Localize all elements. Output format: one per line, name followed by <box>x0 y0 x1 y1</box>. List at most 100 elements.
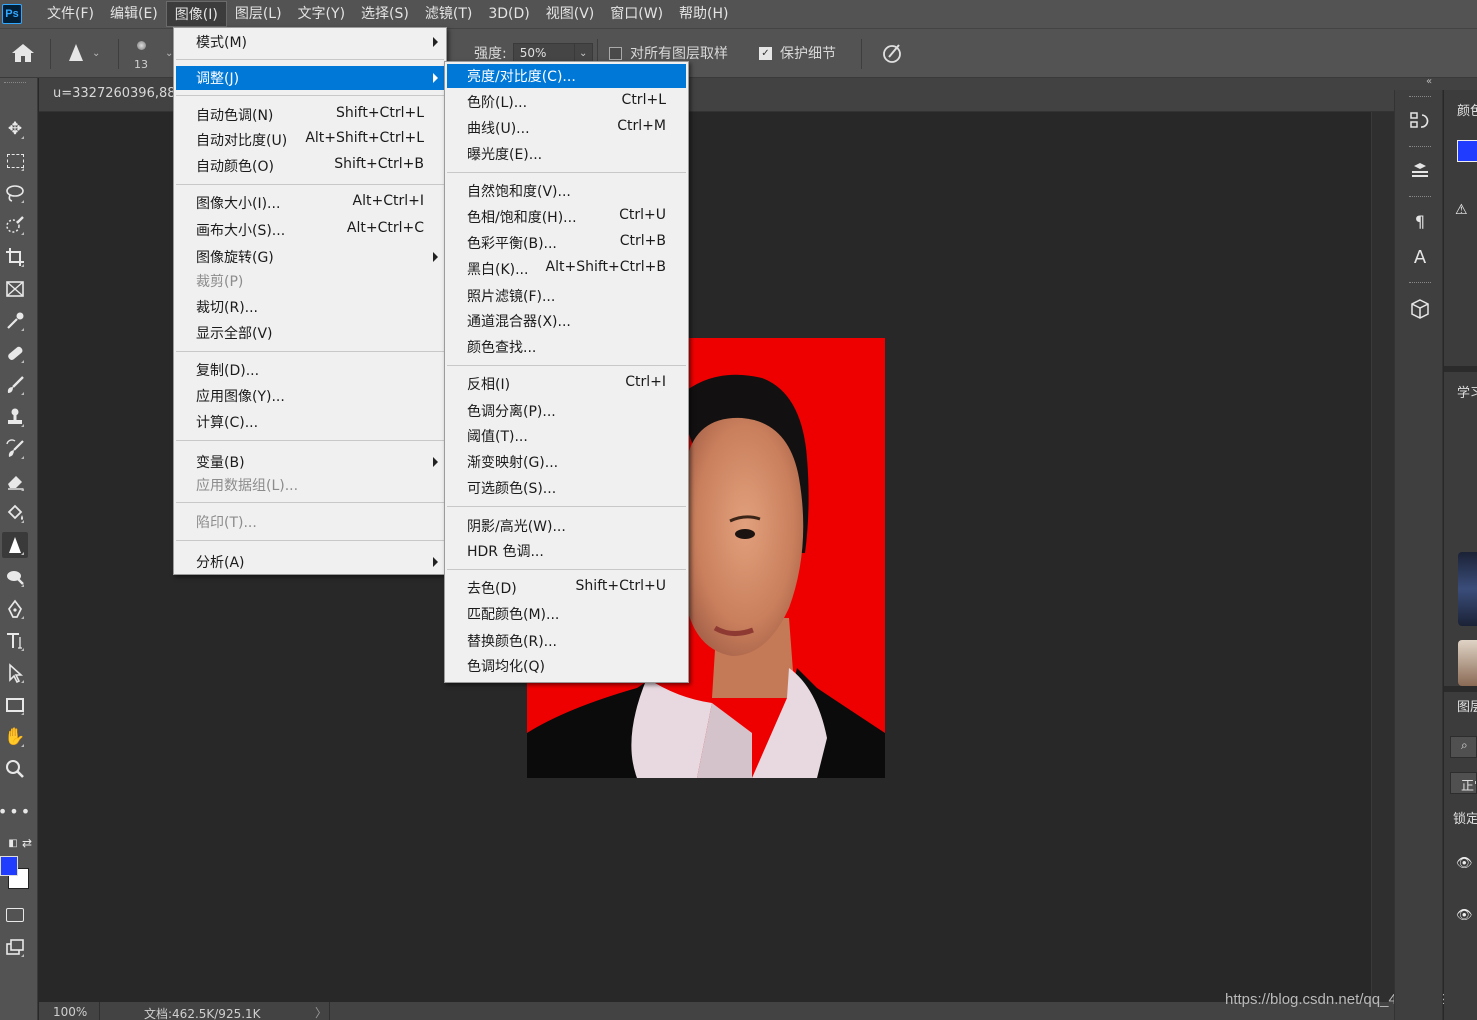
tool-preset-picker[interactable]: ⌄ <box>64 29 100 77</box>
menu-item-replace-color[interactable]: 替换颜色(R)... <box>447 629 686 653</box>
clone-stamp-tool-icon[interactable] <box>2 404 28 430</box>
menu-item-hdr-toning[interactable]: HDR 色调... <box>447 539 686 563</box>
strength-dropdown-icon[interactable]: ⌄ <box>574 43 593 63</box>
protect-detail-checkbox[interactable]: ✓ <box>759 46 772 60</box>
menu-3d[interactable]: 3D(D) <box>480 1 537 27</box>
screen-mode-icon[interactable] <box>2 934 28 960</box>
panel-foreground-color-swatch[interactable] <box>1457 140 1477 162</box>
zoom-level[interactable]: 100% <box>53 1005 87 1019</box>
menu-layer[interactable]: 图层(L) <box>227 1 290 27</box>
menu-item-equalize[interactable]: 色调均化(Q) <box>447 654 686 678</box>
menu-item-duplicate[interactable]: 复制(D)... <box>176 358 444 382</box>
type-tool-icon[interactable] <box>2 628 28 654</box>
menu-item-black-white[interactable]: 黑白(K)... Alt+Shift+Ctrl+B <box>447 257 686 281</box>
menu-item-calculations[interactable]: 计算(C)... <box>176 410 444 434</box>
properties-panel-icon[interactable] <box>1407 158 1433 184</box>
lasso-tool-icon[interactable] <box>2 180 28 206</box>
menu-item-image-rotation[interactable]: 图像旋转(G) <box>176 245 444 269</box>
more-tools-icon[interactable]: ••• <box>0 798 30 824</box>
paragraph-panel-icon[interactable]: ¶ <box>1407 208 1433 234</box>
character-panel-icon[interactable]: A <box>1407 244 1433 270</box>
menu-item-selective-color[interactable]: 可选颜色(S)... <box>447 476 686 500</box>
healing-brush-tool-icon[interactable] <box>2 340 28 366</box>
menu-item-gradient-map[interactable]: 渐变映射(G)... <box>447 450 686 474</box>
menu-item-exposure[interactable]: 曝光度(E)... <box>447 142 686 166</box>
menu-item-levels[interactable]: 色阶(L)... Ctrl+L <box>447 90 686 114</box>
menu-type[interactable]: 文字(Y) <box>290 1 353 27</box>
menu-item-invert[interactable]: 反相(I) Ctrl+I <box>447 372 686 396</box>
menu-select[interactable]: 选择(S) <box>353 1 417 27</box>
3d-panel-icon[interactable] <box>1407 296 1433 322</box>
rectangle-tool-icon[interactable] <box>2 692 28 718</box>
menu-item-canvas-size[interactable]: 画布大小(S)... Alt+Ctrl+C <box>176 218 444 242</box>
foreground-color-swatch[interactable] <box>0 856 18 876</box>
history-panel-icon[interactable] <box>1407 108 1433 134</box>
brush-size-picker[interactable]: 13 <box>134 29 148 77</box>
hand-tool-icon[interactable]: ✋ <box>2 724 28 750</box>
menu-help[interactable]: 帮助(H) <box>671 1 736 27</box>
menu-item-image-size[interactable]: 图像大小(I)... Alt+Ctrl+I <box>176 191 444 215</box>
menu-item-adjustments[interactable]: 调整(J) <box>176 66 444 90</box>
layer-visibility-eye-icon[interactable]: 👁 <box>1456 856 1473 871</box>
marquee-tool-icon[interactable] <box>2 148 28 174</box>
brush-tool-icon[interactable] <box>2 372 28 398</box>
menu-item-desaturate[interactable]: 去色(D) Shift+Ctrl+U <box>447 576 686 600</box>
toolbar-grip[interactable] <box>4 82 26 85</box>
learn-panel-tab[interactable]: 学习 <box>1457 382 1477 401</box>
color-panel-tab[interactable]: 颜色 <box>1457 100 1477 119</box>
menu-item-threshold[interactable]: 阈值(T)... <box>447 424 686 448</box>
menu-item-brightness-contrast[interactable]: 亮度/对比度(C)... <box>447 64 686 88</box>
protect-detail-option[interactable]: ✓ 保护细节 <box>759 29 836 77</box>
dodge-tool-icon[interactable] <box>2 564 28 590</box>
menu-item-photo-filter[interactable]: 照片滤镜(F)... <box>447 284 686 308</box>
move-tool-icon[interactable]: ✥ <box>2 116 28 142</box>
learn-thumbnail-2[interactable] <box>1458 640 1477 686</box>
collapse-panels-icon[interactable]: « <box>1426 76 1432 87</box>
layer-search-box[interactable]: ⌕ <box>1450 736 1477 758</box>
strength-input[interactable]: 50% <box>512 43 575 63</box>
panel-collapse-bar[interactable]: « <box>1394 76 1477 90</box>
layers-panel-tab[interactable]: 图层 <box>1457 696 1477 715</box>
document-tab[interactable]: u=3327260396,88 <box>53 86 176 101</box>
menu-item-color-balance[interactable]: 色彩平衡(B)... Ctrl+B <box>447 231 686 255</box>
menu-item-posterize[interactable]: 色调分离(P)... <box>447 399 686 423</box>
menu-image[interactable]: 图像(I) <box>165 1 227 27</box>
menu-item-auto-tone[interactable]: 自动色调(N) Shift+Ctrl+L <box>176 103 444 127</box>
menu-filter[interactable]: 滤镜(T) <box>417 1 480 27</box>
learn-thumbnail-1[interactable] <box>1458 552 1477 626</box>
menu-item-hue-saturation[interactable]: 色相/饱和度(H)... Ctrl+U <box>447 205 686 229</box>
menu-item-auto-color[interactable]: 自动颜色(O) Shift+Ctrl+B <box>176 154 444 178</box>
paint-bucket-tool-icon[interactable] <box>2 500 28 526</box>
sample-all-layers-checkbox[interactable] <box>609 46 622 60</box>
menu-item-trim[interactable]: 裁切(R)... <box>176 295 444 319</box>
menu-item-color-lookup[interactable]: 颜色查找... <box>447 335 686 359</box>
status-menu-arrow-icon[interactable]: 〉 <box>315 1004 327 1020</box>
menu-item-curves[interactable]: 曲线(U)... Ctrl+M <box>447 116 686 140</box>
menu-item-auto-contrast[interactable]: 自动对比度(U) Alt+Shift+Ctrl+L <box>176 128 444 152</box>
blend-mode-select[interactable]: 正常 <box>1450 772 1477 794</box>
zoom-tool-icon[interactable] <box>2 756 28 782</box>
menu-item-reveal-all[interactable]: 显示全部(V) <box>176 321 444 345</box>
path-selection-tool-icon[interactable] <box>2 660 28 686</box>
menu-item-channel-mixer[interactable]: 通道混合器(X)... <box>447 309 686 333</box>
sharpen-tool-icon[interactable] <box>2 532 28 558</box>
layer-visibility-eye-icon-2[interactable]: 👁 <box>1456 908 1473 923</box>
history-brush-tool-icon[interactable] <box>2 436 28 462</box>
menu-edit[interactable]: 编辑(E) <box>102 1 166 27</box>
warning-icon[interactable]: ⚠ <box>1455 202 1468 218</box>
swap-colors-icon[interactable]: ⇄ <box>14 830 40 856</box>
menu-item-mode[interactable]: 模式(M) <box>176 30 444 54</box>
frame-tool-icon[interactable] <box>2 276 28 302</box>
menu-item-shadows-highlights[interactable]: 阴影/高光(W)... <box>447 514 686 538</box>
menu-file[interactable]: 文件(F) <box>39 1 102 27</box>
eraser-tool-icon[interactable] <box>2 468 28 494</box>
quick-selection-tool-icon[interactable] <box>2 212 28 238</box>
pen-tool-icon[interactable] <box>2 596 28 622</box>
crop-tool-icon[interactable] <box>2 244 28 270</box>
menu-item-vibrance[interactable]: 自然饱和度(V)... <box>447 179 686 203</box>
menu-view[interactable]: 视图(V) <box>538 1 603 27</box>
menu-item-analysis[interactable]: 分析(A) <box>176 550 444 574</box>
menu-item-variables[interactable]: 变量(B) <box>176 450 444 474</box>
vertical-scrollbar[interactable] <box>1371 112 1394 1002</box>
eyedropper-tool-icon[interactable] <box>2 308 28 334</box>
